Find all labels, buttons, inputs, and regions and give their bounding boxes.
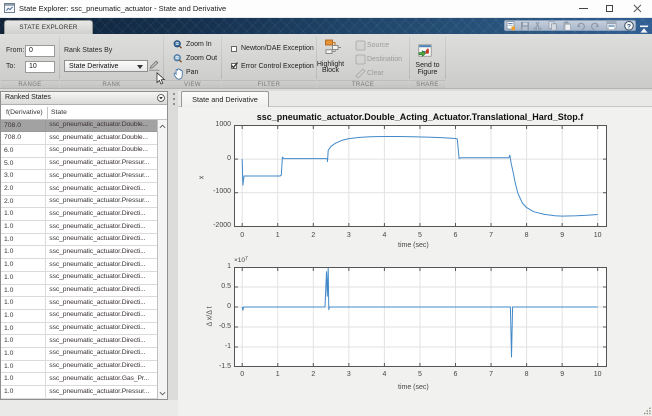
- svg-text:?: ?: [627, 23, 631, 30]
